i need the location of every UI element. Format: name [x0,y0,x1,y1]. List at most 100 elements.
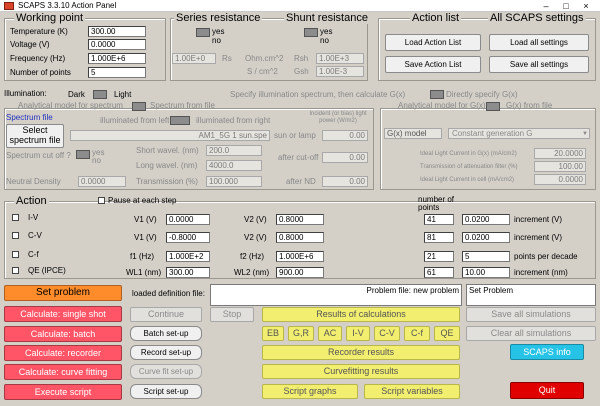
curvefitting-results-button[interactable]: Curvefitting results [262,364,460,379]
rsh-input[interactable]: 1.00E+3 [316,53,364,64]
qe-wl1-input[interactable]: 300.00 [166,267,210,278]
maximize-icon[interactable]: □ [556,1,576,11]
save-all-simulations-button[interactable]: Save all simulations [466,307,596,322]
cv-label: C-V [28,231,42,240]
cv-tab[interactable]: C-V [374,326,400,341]
calculate-batch-button[interactable]: Calculate: batch [4,326,122,342]
cf-tab[interactable]: C-f [404,326,430,341]
qe-points-value: 61 [427,268,436,277]
illumination-label: Illumination: [4,89,47,98]
cf-points-value: 21 [427,252,436,261]
calculate-recorder-button[interactable]: Calculate: recorder [4,345,122,361]
gsh-label: Gsh [294,67,309,76]
frequency-input[interactable]: 1.000E+6 [88,53,146,64]
cf-points-input[interactable]: ▲▼21 [424,251,454,262]
short-wavelength-input: 200.0 [206,145,262,156]
iv-points-input[interactable]: ▲▼41 [424,214,454,225]
gsh-input[interactable]: 1.00E-3 [316,66,364,77]
batch-setup-button[interactable]: Batch set-up [130,326,202,341]
pause-checkbox[interactable] [98,197,105,204]
cv-increment-input[interactable]: 0.0200 [462,232,510,243]
iv-v2-input[interactable]: 0.8000 [276,214,324,225]
working-point-title: Working point [14,12,86,24]
load-action-list-button[interactable]: Load Action List [385,34,481,51]
iv-checkbox[interactable] [12,214,19,221]
cv-checkbox[interactable] [12,232,19,239]
recorder-results-button[interactable]: Recorder results [262,345,460,360]
cf-f2-input[interactable]: 1.000E+6 [276,251,324,262]
set-problem-button[interactable]: Set problem [4,285,122,301]
ideal-current-label: Ideal Light Current in G(x) (mA/cm2) [420,151,517,157]
spectrum-source-toggle[interactable] [132,102,146,111]
app-icon [4,2,14,10]
series-resistance-toggle[interactable] [196,28,210,37]
script-setup-button[interactable]: Script set-up [130,384,202,399]
script-variables-button[interactable]: Script variables [364,384,460,399]
iv-points-value: 41 [427,215,436,224]
execute-script-button[interactable]: Execute script [4,384,122,400]
illumination-toggle[interactable] [93,90,107,99]
dark-label: Dark [68,90,85,99]
gx-mode-toggle[interactable] [430,90,444,99]
iv-tab[interactable]: I-V [346,326,370,341]
quit-button[interactable]: Quit [510,382,584,399]
window-title: SCAPS 3.3.10 Action Panel [18,1,117,10]
eb-tab[interactable]: EB [262,326,284,341]
cutoff-label: Spectrum cut off ? [6,151,71,160]
save-all-settings-button[interactable]: Save all settings [489,56,589,73]
load-all-settings-button[interactable]: Load all settings [489,34,589,51]
select-spectrum-button[interactable]: Select spectrum file [6,124,64,148]
rs-input[interactable]: 1.00E+0 [172,53,216,64]
cf-increment-input[interactable]: 5 [462,251,510,262]
shunt-no-label: no [320,36,329,45]
points-input[interactable]: 5 [88,67,146,78]
gx-source-toggle[interactable] [486,102,500,111]
save-action-list-button[interactable]: Save Action List [385,56,481,73]
continue-button[interactable]: Continue [130,307,202,322]
cv-v1-label: V1 (V) [134,233,157,242]
record-setup-button[interactable]: Record set-up [130,345,202,360]
cutoff-toggle[interactable] [76,150,90,159]
calculate-curve-fitting-button[interactable]: Calculate: curve fitting [4,364,122,380]
scaps-info-button[interactable]: SCAPS info [510,344,584,360]
shunt-resistance-title: Shunt resistance [284,12,370,24]
spectrum-model-tab[interactable]: Analytical model for spectrum [18,102,123,110]
gx-model-select[interactable]: Constant generation G ▼ [448,128,590,139]
qe-tab[interactable]: QE [434,326,460,341]
stop-button[interactable]: Stop [210,307,254,322]
cf-f1-input[interactable]: 1.000E+2 [166,251,210,262]
cv-points-value: 81 [427,233,436,242]
cv-v2-input[interactable]: 0.8000 [276,232,324,243]
iv-increment-input[interactable]: 0.0200 [462,214,510,225]
illumination-side-toggle[interactable] [170,116,190,125]
cell-current-label: Ideal Light Current in cell (mA/cm2) [420,177,515,183]
ac-tab[interactable]: AC [318,326,342,341]
gr-tab[interactable]: G,R [288,326,314,341]
qe-wl2-label: WL2 (nm) [234,268,270,277]
qe-points-input[interactable]: ▲▼61 [424,267,454,278]
close-icon[interactable]: × [576,1,596,11]
script-graphs-button[interactable]: Script graphs [262,384,358,399]
qe-checkbox[interactable] [12,267,19,274]
cv-v2-label: V2 (V) [244,233,267,242]
spectrum-file-tab[interactable]: Spectrum from file [150,102,215,110]
curve-fit-setup-button[interactable]: Curve fit set-up [130,364,202,379]
temperature-input[interactable]: 300.00 [88,26,146,37]
calculate-single-shot-button[interactable]: Calculate: single shot [4,306,122,322]
qe-wl2-input[interactable]: 900.00 [276,267,324,278]
qe-increment-input[interactable]: 10.00 [462,267,510,278]
cf-checkbox[interactable] [12,251,19,258]
voltage-input[interactable]: 0.0000 [88,39,146,50]
shunt-resistance-toggle[interactable] [304,28,318,37]
gx-model-tab[interactable]: Analytical model for G(x) [398,102,486,110]
results-button[interactable]: Results of calculations [262,307,460,322]
minimize-icon[interactable]: – [536,1,556,11]
iv-v1-input[interactable]: 0.0000 [166,214,210,225]
cv-v1-input[interactable]: -0.8000 [166,232,210,243]
spectrum-file-label: Spectrum file [6,113,53,122]
problem-file-display: Problem file: new problem [210,284,462,306]
cv-points-input[interactable]: ▲▼81 [424,232,454,243]
clear-all-simulations-button[interactable]: Clear all simulations [466,326,596,341]
gx-file-tab[interactable]: G(x) from file [506,102,552,110]
after-nd-input: 0.00 [322,176,368,187]
